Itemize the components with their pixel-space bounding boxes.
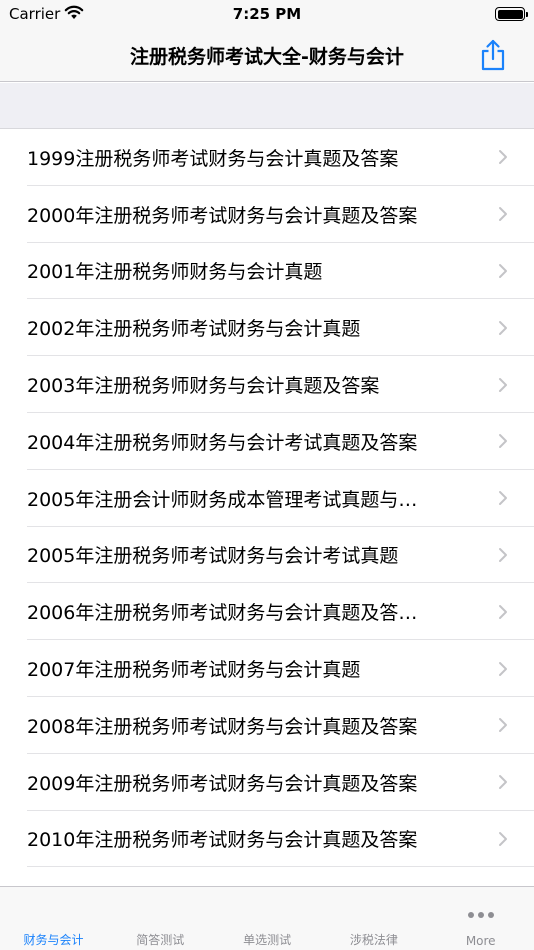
tab-bar: 财务与会计 简答测试 单选测试 涉税法律 More (0, 886, 534, 950)
share-icon (481, 39, 505, 71)
chevron-right-icon (499, 604, 507, 619)
chevron-right-icon (499, 491, 507, 506)
list-item-label: 2001年注册税务师财务与会计真题 (27, 261, 323, 284)
chevron-right-icon (499, 377, 507, 392)
list-item[interactable]: 2007年注册税务师考试财务与会计真题 (0, 640, 534, 697)
tab-label: 财务与会计 (23, 933, 84, 947)
tab-item[interactable]: 涉税法律 (320, 887, 427, 950)
tab-label: 单选测试 (243, 933, 292, 947)
list-item[interactable]: 2010年注册税务师考试财务与会计真题及答案 (0, 811, 534, 868)
chevron-right-icon (499, 434, 507, 449)
tab-more[interactable]: More (427, 887, 534, 950)
chevron-right-icon (499, 150, 507, 165)
list-item-label: 2010年注册税务师考试财务与会计真题及答案 (27, 829, 418, 852)
chevron-right-icon (499, 207, 507, 222)
list-item-label: 2006年注册税务师考试财务与会计真题及答… (27, 602, 418, 625)
chevron-right-icon (499, 547, 507, 562)
list-item[interactable]: 2001年注册税务师财务与会计真题 (0, 243, 534, 300)
chevron-right-icon (499, 831, 507, 846)
chevron-right-icon (499, 661, 507, 676)
chevron-right-icon (499, 775, 507, 790)
list-item[interactable]: 2008年注册税务师考试财务与会计真题及答案 (0, 697, 534, 754)
chevron-right-icon (499, 263, 507, 278)
tab-item[interactable]: 简答测试 (107, 887, 214, 950)
list-item[interactable]: 2009年注册税务师考试财务与会计真题及答案 (0, 754, 534, 811)
list-item[interactable]: 2003年注册税务师财务与会计真题及答案 (0, 356, 534, 413)
tab-label: More (465, 934, 496, 948)
chevron-right-icon (499, 718, 507, 733)
list-item-label: 2003年注册税务师财务与会计真题及答案 (27, 375, 380, 398)
section-header-spacer (0, 83, 534, 129)
navigation-bar: 注册税务师考试大全-财务与会计 (0, 30, 534, 82)
list-item[interactable]: 2005年注册税务师考试财务与会计考试真题 (0, 527, 534, 584)
list-item[interactable]: 2006年注册税务师考试财务与会计真题及答… (0, 583, 534, 640)
tab-item[interactable]: 单选测试 (214, 887, 321, 950)
list-item[interactable]: 2011年注册税务师财务与会计真题 (0, 867, 534, 886)
list-item[interactable]: 2000年注册税务师考试财务与会计真题及答案 (0, 186, 534, 243)
list-item[interactable]: 1999注册税务师考试财务与会计真题及答案 (0, 129, 534, 186)
status-bar: Carrier 7:25 PM (0, 0, 534, 30)
list-item-label: 2002年注册税务师考试财务与会计真题 (27, 318, 361, 341)
more-icon (427, 903, 534, 922)
list-item[interactable]: 2002年注册税务师考试财务与会计真题 (0, 299, 534, 356)
tab-label: 简答测试 (136, 933, 185, 947)
list-item-label: 2009年注册税务师考试财务与会计真题及答案 (27, 772, 418, 795)
list-item-label: 2005年注册税务师考试财务与会计考试真题 (27, 545, 399, 568)
list-item-label: 1999注册税务师考试财务与会计真题及答案 (27, 147, 399, 170)
tab-label: 涉税法律 (349, 933, 398, 947)
list-item-label: 2000年注册税务师考试财务与会计真题及答案 (27, 204, 418, 227)
clock: 7:25 PM (232, 5, 302, 23)
page-title: 注册税务师考试大全-财务与会计 (130, 46, 404, 68)
battery-icon (495, 7, 528, 21)
list-item-label: 2004年注册税务师财务与会计考试真题及答案 (27, 431, 418, 454)
list-item[interactable]: 2005年注册会计师财务成本管理考试真题与… (0, 470, 534, 527)
list-item-label: 2008年注册税务师考试财务与会计真题及答案 (27, 715, 418, 738)
share-button[interactable] (478, 38, 508, 72)
list-item-label: 2005年注册会计师财务成本管理考试真题与… (27, 488, 418, 511)
tab-item[interactable]: 财务与会计 (0, 887, 107, 950)
chevron-right-icon (499, 320, 507, 335)
list-item-label: 2007年注册税务师考试财务与会计真题 (27, 659, 361, 682)
list-item[interactable]: 2004年注册税务师财务与会计考试真题及答案 (0, 413, 534, 470)
topic-list[interactable]: 1999注册税务师考试财务与会计真题及答案 2000年注册税务师考试财务与会计真题… (0, 129, 534, 886)
